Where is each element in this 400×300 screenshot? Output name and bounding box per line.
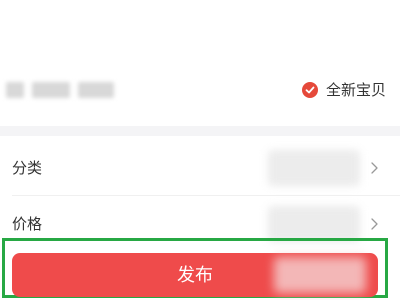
blurred-text xyxy=(32,82,70,98)
condition-label: 全新宝贝 xyxy=(325,81,386,99)
check-circle-icon xyxy=(301,82,318,98)
publish-item-screen: 全新宝贝 分类 价格 发布 xyxy=(0,0,400,300)
publish-button[interactable]: 发布 xyxy=(12,253,378,297)
blurred-region xyxy=(274,257,366,293)
condition-tag[interactable]: 全新宝贝 xyxy=(301,80,386,100)
blurred-price-value xyxy=(268,206,360,242)
chevron-right-icon xyxy=(370,160,380,176)
category-row[interactable]: 分类 xyxy=(0,140,400,196)
highlight-frame: 发布 xyxy=(2,238,388,298)
chevron-right-icon xyxy=(370,216,380,232)
blurred-category-value xyxy=(268,150,360,186)
item-info-row: 全新宝贝 xyxy=(0,64,400,116)
category-label: 分类 xyxy=(12,159,43,177)
section-divider xyxy=(0,126,400,136)
price-label: 价格 xyxy=(12,215,43,233)
blurred-text xyxy=(6,82,24,98)
blurred-item-info xyxy=(6,82,116,98)
blurred-text xyxy=(78,82,114,98)
